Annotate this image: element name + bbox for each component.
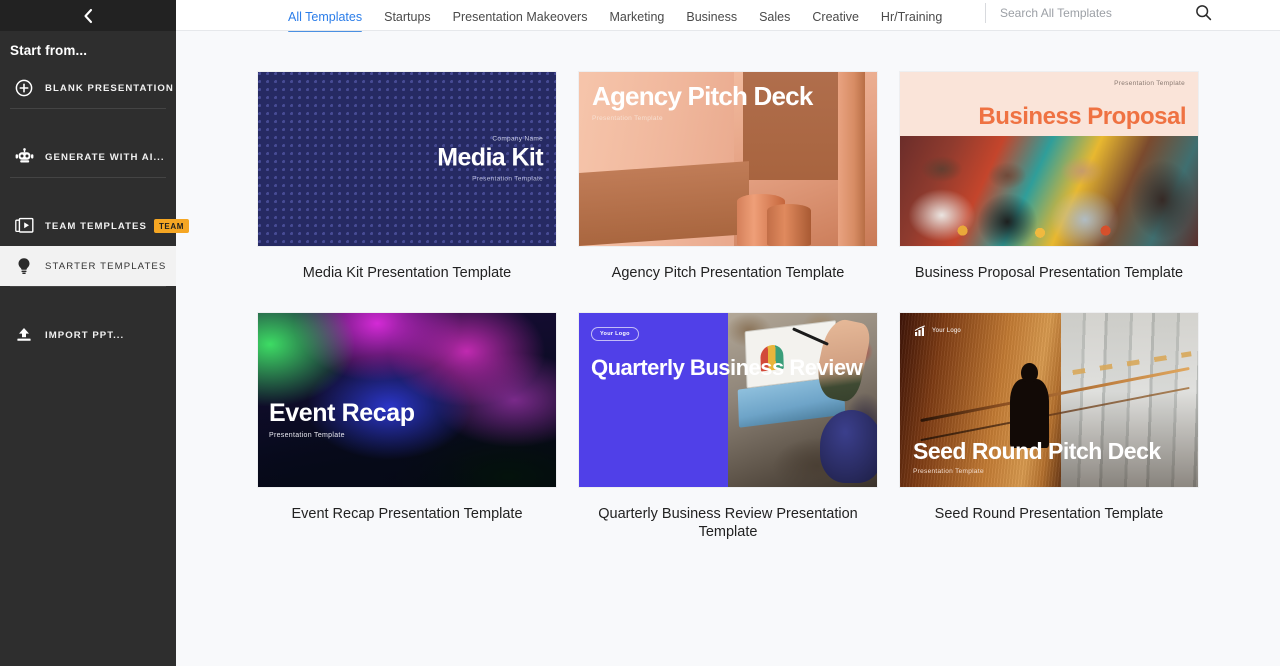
tab-presentation-makeovers[interactable]: Presentation Makeovers <box>453 10 588 32</box>
tab-creative[interactable]: Creative <box>812 10 859 32</box>
sidebar-header <box>0 0 176 31</box>
slide-logo-placeholder: Your Logo <box>591 326 639 341</box>
column-decoration <box>838 72 866 246</box>
plus-circle-icon <box>13 77 35 99</box>
sidebar-nav: Blank Presentation <box>0 68 190 355</box>
slide-title: Seed Round Pitch Deck <box>913 437 1161 464</box>
hat-decoration <box>820 410 877 484</box>
template-card-event-recap[interactable]: Event Recap Presentation Template Event … <box>258 312 556 542</box>
search-input[interactable] <box>1000 5 1185 20</box>
slide-logo-placeholder: Your Logo <box>914 324 961 337</box>
sidebar: Start from... Blank Presentation <box>0 0 190 666</box>
templates-grid: Company Name Media Kit Presentation Temp… <box>176 72 1280 572</box>
slide-text-block: Presentation Template Business Proposal <box>900 72 1198 136</box>
tab-startups[interactable]: Startups <box>384 10 431 32</box>
main-content: All Templates Startups Presentation Make… <box>176 0 1280 666</box>
robot-ai-icon <box>13 146 35 168</box>
template-card-quarterly-business-review[interactable]: Your Logo Quarterly Business Review Quar… <box>579 312 877 542</box>
slide-subtitle: Presentation Template <box>269 431 345 439</box>
template-thumbnail[interactable]: Your Logo Seed Round Pitch Deck Presenta… <box>900 312 1198 487</box>
template-thumbnail[interactable]: Agency Pitch Deck Presentation Template <box>579 72 877 246</box>
sidebar-item-label: Import PPT... <box>45 329 125 341</box>
lightbulb-icon <box>13 255 35 277</box>
template-thumbnail[interactable]: Company Name Media Kit Presentation Temp… <box>258 72 556 246</box>
tab-business[interactable]: Business <box>686 10 737 32</box>
cylinder-decoration <box>766 204 812 246</box>
app-root: Start from... Blank Presentation <box>0 0 1280 666</box>
slide-subtitle: Presentation Template <box>472 175 543 183</box>
template-caption: Seed Round Presentation Template <box>934 505 1164 522</box>
template-card-media-kit[interactable]: Company Name Media Kit Presentation Temp… <box>258 72 556 283</box>
slide-text-block: Agency Pitch Deck Presentation Template <box>592 81 813 123</box>
upload-icon <box>13 324 35 346</box>
slide-text-block: Event Recap Presentation Template <box>269 398 415 439</box>
sidebar-heading: Start from... <box>10 43 88 58</box>
tab-marketing[interactable]: Marketing <box>609 10 664 32</box>
search-icon[interactable] <box>1195 4 1212 21</box>
slide-subtitle: Presentation Template <box>592 115 663 123</box>
template-caption: Business Proposal Presentation Template <box>914 265 1184 281</box>
floor-decoration <box>579 161 749 246</box>
search-area <box>985 0 1280 31</box>
sidebar-item-team-templates[interactable]: Team Templates TEAM <box>0 206 190 246</box>
tab-hr-training[interactable]: Hr/Training <box>881 10 942 32</box>
template-thumbnail[interactable]: Event Recap Presentation Template <box>258 312 556 487</box>
slide-title: Agency Pitch Deck <box>592 81 813 111</box>
template-thumbnail[interactable]: Presentation Template Business Proposal <box>900 72 1198 246</box>
slide-photo-decoration <box>900 136 1198 246</box>
slide-eyebrow: Presentation Template <box>1114 80 1185 87</box>
sidebar-item-starter-templates[interactable]: Starter Templates <box>0 246 176 286</box>
slide-text-block: Company Name Media Kit Presentation Temp… <box>437 136 543 183</box>
sidebar-item-label: Blank Presentation <box>45 82 174 94</box>
template-caption: Agency Pitch Presentation Template <box>611 265 845 281</box>
slide-title: Event Recap <box>269 398 415 427</box>
slide-title: Media Kit <box>437 143 543 172</box>
sidebar-item-label: Generate with AI... <box>45 151 165 163</box>
tab-all-templates[interactable]: All Templates <box>288 10 363 32</box>
top-toolbar: All Templates Startups Presentation Make… <box>176 0 1280 32</box>
team-badge: TEAM <box>153 219 190 233</box>
sidebar-item-blank-presentation[interactable]: Blank Presentation <box>0 68 176 108</box>
template-caption: Quarterly Business Review Presentation T… <box>598 505 858 541</box>
category-tabs: All Templates Startups Presentation Make… <box>288 0 964 32</box>
template-card-seed-round[interactable]: Your Logo Seed Round Pitch Deck Presenta… <box>900 312 1198 542</box>
templates-scroll-area[interactable]: Company Name Media Kit Presentation Temp… <box>176 31 1280 666</box>
template-card-business-proposal[interactable]: Presentation Template Business Proposal … <box>900 72 1198 283</box>
slides-stack-icon <box>13 215 35 237</box>
sidebar-item-label: Team Templates <box>45 220 147 232</box>
chevron-left-icon[interactable] <box>75 3 101 29</box>
search-divider <box>985 2 986 23</box>
slide-title: Quarterly Business Review <box>591 354 863 380</box>
template-thumbnail[interactable]: Your Logo Quarterly Business Review <box>579 312 877 487</box>
tab-sales[interactable]: Sales <box>759 10 790 32</box>
sidebar-item-label: Starter Templates <box>45 260 167 272</box>
template-caption: Event Recap Presentation Template <box>291 505 523 522</box>
slide-photo-decoration <box>728 312 877 487</box>
chart-logo-icon <box>914 324 925 336</box>
template-caption: Media Kit Presentation Template <box>302 265 512 281</box>
slide-logo-label: Your Logo <box>932 327 961 334</box>
sidebar-item-import-ppt[interactable]: Import PPT... <box>0 315 176 355</box>
slide-title: Business Proposal <box>978 103 1186 131</box>
slide-subtitle: Presentation Template <box>913 467 984 475</box>
slide-eyebrow: Company Name <box>492 135 543 143</box>
template-card-agency-pitch[interactable]: Agency Pitch Deck Presentation Template … <box>579 72 877 283</box>
sidebar-item-generate-with-ai[interactable]: Generate with AI... <box>0 137 176 177</box>
slide-text-block: Seed Round Pitch Deck Presentation Templ… <box>913 437 1161 475</box>
